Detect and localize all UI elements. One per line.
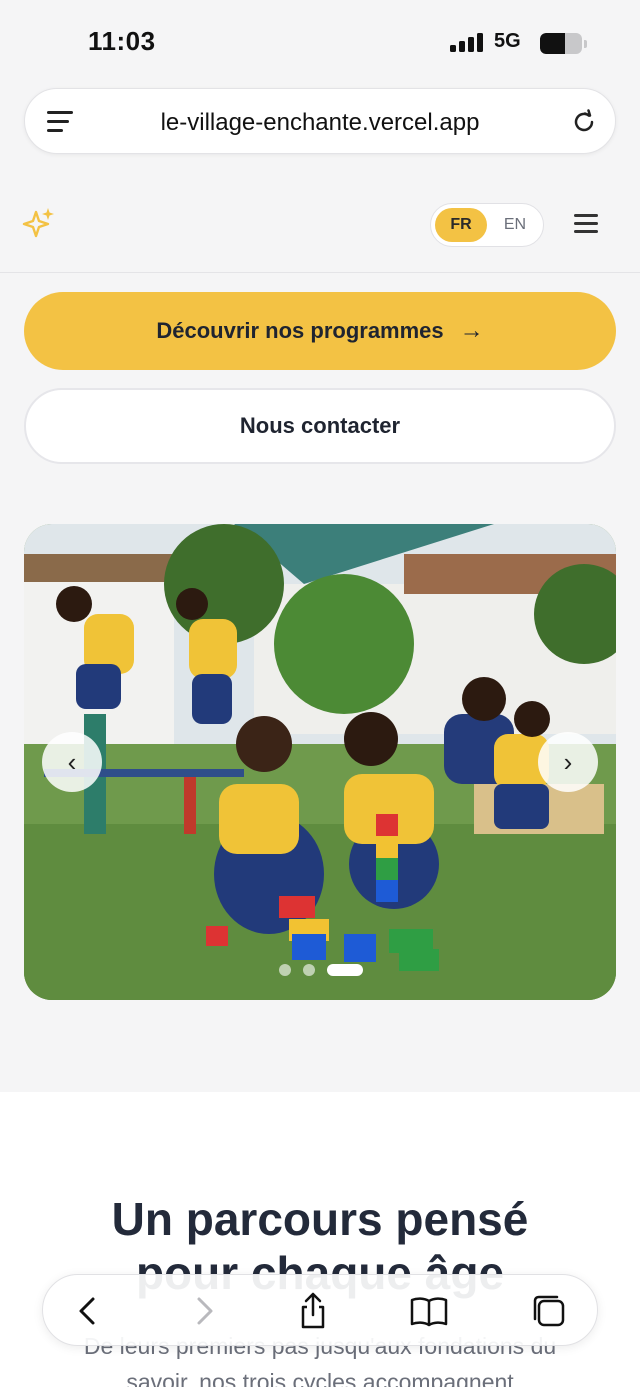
url-bar[interactable]: le-village-enchante.vercel.app xyxy=(24,88,616,154)
url-text[interactable]: le-village-enchante.vercel.app xyxy=(95,109,545,137)
chevron-left-icon: ‹ xyxy=(67,746,77,777)
page-menu-icon[interactable] xyxy=(47,111,73,133)
carousel-dot[interactable] xyxy=(303,964,315,976)
battery-cap xyxy=(584,40,587,48)
photo-carousel[interactable]: ‹ › xyxy=(24,524,616,1000)
status-time: 11:03 xyxy=(88,26,156,56)
lang-en-button[interactable]: EN xyxy=(489,208,541,242)
arrow-right-icon: → xyxy=(459,317,484,344)
chevron-right-icon: › xyxy=(563,746,573,777)
browser-toolbar xyxy=(42,1274,598,1346)
site-header: FR EN xyxy=(0,176,640,273)
share-icon[interactable] xyxy=(293,1291,333,1331)
language-switch: FR EN xyxy=(430,203,544,247)
carousel-dot[interactable] xyxy=(279,964,291,976)
contact-button[interactable]: Nous contacter xyxy=(24,388,616,464)
back-icon[interactable] xyxy=(69,1291,109,1331)
tabs-icon[interactable] xyxy=(529,1291,569,1331)
discover-programs-label: Découvrir nos programmes xyxy=(156,318,444,343)
network-type: 5G xyxy=(494,30,521,52)
carousel-next-button[interactable]: › xyxy=(538,732,598,792)
menu-icon[interactable] xyxy=(574,214,598,234)
contact-label: Nous contacter xyxy=(239,413,401,438)
carousel-prev-button[interactable]: ‹ xyxy=(42,732,102,792)
bookmarks-icon[interactable] xyxy=(409,1291,449,1331)
battery-icon xyxy=(540,33,582,54)
sparkle-icon[interactable] xyxy=(22,206,56,240)
carousel-dot[interactable] xyxy=(327,964,363,976)
lang-fr-button[interactable]: FR xyxy=(435,208,487,242)
signal-icon xyxy=(450,32,486,52)
discover-programs-button[interactable]: Découvrir nos programmes → xyxy=(24,292,616,370)
forward-icon[interactable] xyxy=(183,1291,223,1331)
carousel-photo xyxy=(24,524,616,1000)
reload-icon[interactable] xyxy=(569,107,599,137)
status-bar: 11:03 5G xyxy=(0,0,640,86)
